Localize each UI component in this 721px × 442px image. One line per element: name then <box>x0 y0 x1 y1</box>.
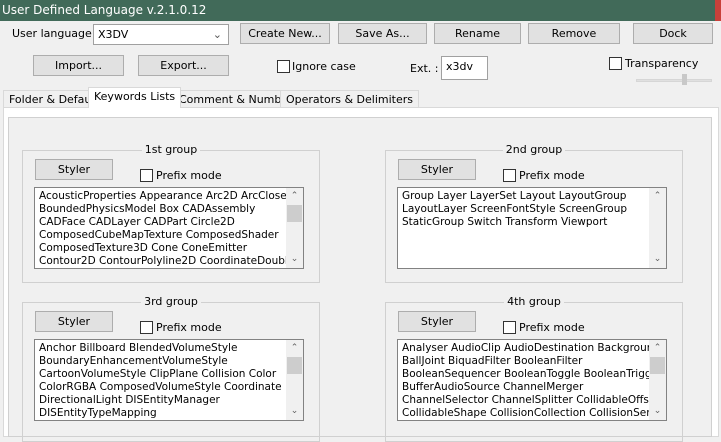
prefix-mode-label: Prefix mode <box>519 321 585 334</box>
user-language-select[interactable]: X3DV ⌄ <box>93 24 229 45</box>
group-title: 1st group <box>141 143 201 156</box>
ext-input[interactable]: x3dv <box>441 56 488 80</box>
scrollbar[interactable]: ⌃ ⌄ <box>286 188 303 268</box>
scrollbar[interactable]: ⌃ ⌄ <box>649 340 666 420</box>
group-title: 4th group <box>504 295 564 308</box>
keyword-line: BooleanSequencer BooleanToggle BooleanTr… <box>402 367 663 380</box>
keyword-line: Analyser AudioClip AudioDestination Back… <box>402 342 661 354</box>
keyword-list-textarea[interactable]: Anchor Billboard BlendedVolumeStyle Bound… <box>34 339 304 421</box>
keyword-line: AcousticProperties Appearance Arc2D ArcC… <box>39 190 302 202</box>
styler-button[interactable]: Styler <box>35 311 113 332</box>
scroll-up-icon[interactable]: ⌃ <box>649 190 666 203</box>
tab-operators-delimiters[interactable]: Operators & Delimiters <box>280 90 419 108</box>
keyword-line: BoundedPhysicsModel Box CADAssembly <box>39 202 256 215</box>
scrollbar-thumb[interactable] <box>650 357 665 374</box>
styler-button[interactable]: Styler <box>398 311 476 332</box>
keyword-line: LayoutLayer ScreenFontStyle ScreenGroup <box>402 202 628 215</box>
keyword-line: BufferAudioSource ChannelMerger <box>402 380 584 393</box>
keyword-line: StaticGroup Switch Transform Viewport <box>402 215 608 228</box>
window-title: User Defined Language v.2.1.0.12 <box>2 3 207 17</box>
create-new-button[interactable]: Create New... <box>240 23 330 44</box>
keyword-line: CartoonVolumeStyle ClipPlane Collision C… <box>39 367 277 380</box>
ext-label: Ext. : <box>410 62 439 75</box>
scroll-up-icon[interactable]: ⌃ <box>286 342 303 355</box>
transparency-checkbox[interactable] <box>609 57 622 70</box>
keyword-line: Anchor Billboard BlendedVolumeStyle <box>39 342 238 354</box>
close-button[interactable] <box>715 0 721 21</box>
scroll-down-icon[interactable]: ⌄ <box>286 405 303 418</box>
import-button[interactable]: Import... <box>33 55 124 76</box>
keyword-line: CollidableShape CollisionCollection Coll… <box>402 406 667 419</box>
group-title: 3rd group <box>141 295 201 308</box>
user-language-value: X3DV <box>98 28 129 41</box>
keyword-line: BoundaryEnhancementVolumeStyle <box>39 354 228 367</box>
keyword-list-textarea[interactable]: Group Layer LayerSet Layout LayoutGroup L… <box>397 187 667 269</box>
keyword-line: Contour2D ContourPolyline2D CoordinateDo… <box>39 254 295 267</box>
keyword-line: ComposedTexture3D Cone ConeEmitter <box>39 241 248 254</box>
chevron-down-icon: ⌄ <box>212 28 222 41</box>
keyword-list-textarea[interactable]: AcousticProperties Appearance Arc2D ArcC… <box>34 187 304 269</box>
keyword-list-textarea[interactable]: Analyser AudioClip AudioDestination Back… <box>397 339 667 421</box>
save-as-button[interactable]: Save As... <box>338 23 427 44</box>
prefix-mode-checkbox[interactable] <box>140 321 153 334</box>
prefix-mode-label: Prefix mode <box>156 321 222 334</box>
keyword-line: CADFace CADLayer CADPart Circle2D <box>39 215 235 228</box>
scrollbar[interactable]: ⌃ ⌄ <box>649 188 666 268</box>
ignore-case-label: Ignore case <box>292 60 356 73</box>
styler-button[interactable]: Styler <box>398 159 476 180</box>
ignore-case-checkbox[interactable] <box>277 60 290 73</box>
scroll-up-icon[interactable]: ⌃ <box>649 342 666 355</box>
remove-button[interactable]: Remove <box>528 23 620 44</box>
scrollbar[interactable]: ⌃ ⌄ <box>286 340 303 420</box>
keyword-line: BallJoint BiquadFilter BooleanFilter <box>402 354 583 367</box>
scrollbar-thumb[interactable] <box>287 357 302 374</box>
prefix-mode-checkbox[interactable] <box>503 169 516 182</box>
keyword-line: ColorRGBA ComposedVolumeStyle Coordinate <box>39 380 282 393</box>
prefix-mode-checkbox[interactable] <box>140 169 153 182</box>
scroll-up-icon[interactable]: ⌃ <box>286 190 303 203</box>
keyword-line: ComposedCubeMapTexture ComposedShader <box>39 228 279 241</box>
tab-keywords-lists[interactable]: Keywords Lists <box>88 87 182 108</box>
rename-button[interactable]: Rename <box>434 23 521 44</box>
keyword-line: Group Layer LayerSet Layout LayoutGroup <box>402 190 627 202</box>
export-button[interactable]: Export... <box>138 55 229 76</box>
prefix-mode-label: Prefix mode <box>519 169 585 182</box>
scroll-down-icon[interactable]: ⌄ <box>649 253 666 266</box>
scroll-down-icon[interactable]: ⌄ <box>649 405 666 418</box>
user-language-label: User language : <box>12 27 99 40</box>
transparency-slider-thumb[interactable] <box>682 74 687 85</box>
keyword-line: DISEntityTypeMapping <box>39 406 157 419</box>
scrollbar-thumb[interactable] <box>287 205 302 222</box>
keyword-line: DirectionalLight DISEntityManager <box>39 393 220 406</box>
scroll-down-icon[interactable]: ⌄ <box>286 253 303 266</box>
styler-button[interactable]: Styler <box>35 159 113 180</box>
transparency-label: Transparency <box>625 57 699 70</box>
title-bar: User Defined Language v.2.1.0.12 <box>0 0 721 21</box>
prefix-mode-label: Prefix mode <box>156 169 222 182</box>
keyword-line: ChannelSelector ChannelSplitter Collidab… <box>402 393 660 406</box>
group-title: 2nd group <box>502 143 566 156</box>
transparency-slider[interactable] <box>636 79 712 82</box>
dock-button[interactable]: Dock <box>633 23 713 44</box>
prefix-mode-checkbox[interactable] <box>503 321 516 334</box>
